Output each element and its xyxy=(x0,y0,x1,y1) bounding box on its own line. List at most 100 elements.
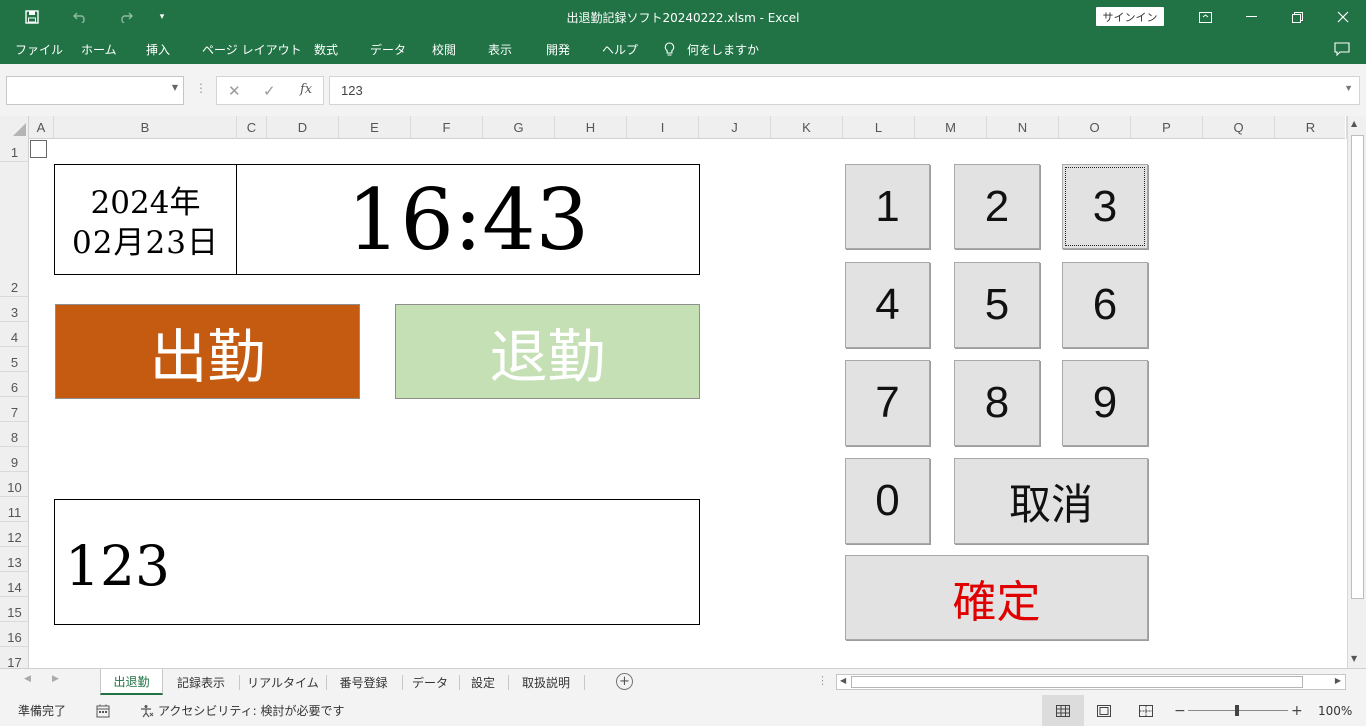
row-header[interactable]: 12 xyxy=(0,522,29,547)
key-5-button[interactable]: 5 xyxy=(954,262,1040,348)
key-6-button[interactable]: 6 xyxy=(1062,262,1148,348)
confirm-entry-icon[interactable]: ✓ xyxy=(263,82,276,100)
clock-out-button[interactable]: 退勤 xyxy=(395,304,700,399)
key-0-button[interactable]: 0 xyxy=(845,458,930,544)
scroll-up-icon[interactable]: ▲ xyxy=(1351,119,1357,128)
row-header[interactable]: 11 xyxy=(0,497,29,522)
formula-bar-grip-icon[interactable]: ⋮ xyxy=(195,81,207,95)
column-header[interactable]: N xyxy=(987,116,1059,139)
column-header[interactable]: M xyxy=(915,116,987,139)
column-header[interactable]: Q xyxy=(1203,116,1275,139)
key-2-button[interactable]: 2 xyxy=(954,164,1040,249)
sheet-tab-active[interactable]: 出退勤 xyxy=(100,669,163,695)
sheet-tab[interactable]: リアルタイム xyxy=(241,669,325,695)
menu-page-layout[interactable]: ページ レイアウト xyxy=(202,34,302,64)
column-header[interactable]: D xyxy=(267,116,339,139)
row-header[interactable]: 5 xyxy=(0,347,29,372)
row-header[interactable]: 10 xyxy=(0,472,29,497)
row-header[interactable]: 1 xyxy=(0,139,29,162)
formula-input[interactable]: 123 ▼ xyxy=(329,76,1360,105)
add-sheet-icon[interactable]: + xyxy=(616,673,633,690)
tab-scroll-left-icon[interactable]: ◀ xyxy=(24,674,31,684)
restore-icon[interactable] xyxy=(1284,0,1310,34)
row-header[interactable]: 4 xyxy=(0,322,29,347)
scroll-down-icon[interactable]: ▼ xyxy=(1351,654,1357,663)
tell-me-box[interactable]: 何をしますか xyxy=(664,34,759,64)
save-icon[interactable] xyxy=(20,0,44,34)
macro-recording-icon[interactable] xyxy=(96,695,110,726)
key-8-button[interactable]: 8 xyxy=(954,360,1040,446)
row-header[interactable]: 16 xyxy=(0,622,29,647)
row-header[interactable]: 14 xyxy=(0,572,29,597)
clock-in-button[interactable]: 出勤 xyxy=(55,304,360,399)
undo-icon[interactable] xyxy=(68,0,92,34)
page-break-preview-icon[interactable] xyxy=(1139,695,1153,726)
signin-button[interactable]: サインイン xyxy=(1096,7,1164,26)
vertical-scrollbar[interactable]: ▲ ▼ xyxy=(1347,116,1366,668)
key-9-button[interactable]: 9 xyxy=(1062,360,1148,446)
cancel-entry-icon[interactable]: ✕ xyxy=(228,82,241,100)
menu-data[interactable]: データ xyxy=(370,34,406,64)
scroll-right-icon[interactable]: ▶ xyxy=(1335,676,1341,685)
tab-split-grip-icon[interactable]: ⋮ xyxy=(817,674,828,687)
comments-icon[interactable] xyxy=(1334,34,1350,64)
cancel-button[interactable]: 取消 xyxy=(954,458,1148,544)
page-layout-view-icon[interactable] xyxy=(1097,695,1111,726)
menu-review[interactable]: 校閲 xyxy=(432,34,456,64)
row-header[interactable]: 6 xyxy=(0,372,29,397)
sheet-tab[interactable]: 番号登録 xyxy=(327,669,400,695)
menu-file[interactable]: ファイル xyxy=(15,34,63,64)
column-header[interactable]: A xyxy=(29,116,54,139)
row-header[interactable]: 7 xyxy=(0,397,29,422)
redo-icon[interactable] xyxy=(114,0,138,34)
column-header[interactable]: I xyxy=(627,116,699,139)
zoom-in-icon[interactable]: + xyxy=(1291,695,1303,726)
zoom-out-icon[interactable]: − xyxy=(1174,695,1186,726)
row-header[interactable]: 2 xyxy=(0,162,29,297)
zoom-slider[interactable] xyxy=(1188,705,1288,716)
sheet-tab[interactable]: 設定 xyxy=(460,669,506,695)
row-header[interactable]: 8 xyxy=(0,422,29,447)
select-all-corner[interactable] xyxy=(0,116,29,139)
column-header[interactable]: G xyxy=(483,116,555,139)
column-header[interactable]: E xyxy=(339,116,411,139)
row-header[interactable]: 9 xyxy=(0,447,29,472)
name-box[interactable]: ▼ xyxy=(6,76,184,105)
horizontal-scroll-thumb[interactable] xyxy=(851,676,1303,688)
column-header[interactable]: J xyxy=(699,116,771,139)
column-header[interactable]: B xyxy=(54,116,237,139)
menu-formulas[interactable]: 数式 xyxy=(314,34,338,64)
column-header[interactable]: R xyxy=(1275,116,1347,139)
menu-home[interactable]: ホーム xyxy=(81,34,117,64)
expand-formula-icon[interactable]: ▼ xyxy=(1344,83,1353,93)
accessibility-checker[interactable]: アクセシビリティ: 検討が必要です xyxy=(140,695,345,726)
close-icon[interactable] xyxy=(1330,0,1356,34)
ribbon-display-options-icon[interactable] xyxy=(1192,0,1218,34)
key-7-button[interactable]: 7 xyxy=(845,360,930,446)
column-header[interactable]: F xyxy=(411,116,483,139)
column-header[interactable]: H xyxy=(555,116,627,139)
row-header[interactable]: 17 xyxy=(0,647,29,668)
row-header[interactable]: 13 xyxy=(0,547,29,572)
zoom-level[interactable]: 100% xyxy=(1318,695,1352,726)
normal-view-icon[interactable] xyxy=(1042,695,1084,726)
sheet-tab[interactable]: 記録表示 xyxy=(165,669,237,695)
scroll-left-icon[interactable]: ◀ xyxy=(840,676,846,685)
menu-insert[interactable]: 挿入 xyxy=(146,34,170,64)
insert-function-icon[interactable]: fx xyxy=(300,82,312,97)
column-header[interactable]: P xyxy=(1131,116,1203,139)
confirm-button[interactable]: 確定 xyxy=(845,555,1148,640)
tab-scroll-right-icon[interactable]: ▶ xyxy=(52,674,59,684)
menu-developer[interactable]: 開発 xyxy=(546,34,570,64)
customize-qat-icon[interactable]: ▾ xyxy=(154,0,170,34)
sheet-tab[interactable]: 取扱説明 xyxy=(509,669,583,695)
row-header[interactable]: 15 xyxy=(0,597,29,622)
menu-help[interactable]: ヘルプ xyxy=(602,34,638,64)
horizontal-scrollbar[interactable]: ◀ ▶ xyxy=(836,674,1346,690)
zoom-slider-thumb[interactable] xyxy=(1235,705,1239,716)
key-1-button[interactable]: 1 xyxy=(845,164,930,249)
menu-view[interactable]: 表示 xyxy=(488,34,512,64)
column-header[interactable]: L xyxy=(843,116,915,139)
active-cell[interactable] xyxy=(30,140,47,158)
key-3-button[interactable]: 3 xyxy=(1062,164,1148,249)
